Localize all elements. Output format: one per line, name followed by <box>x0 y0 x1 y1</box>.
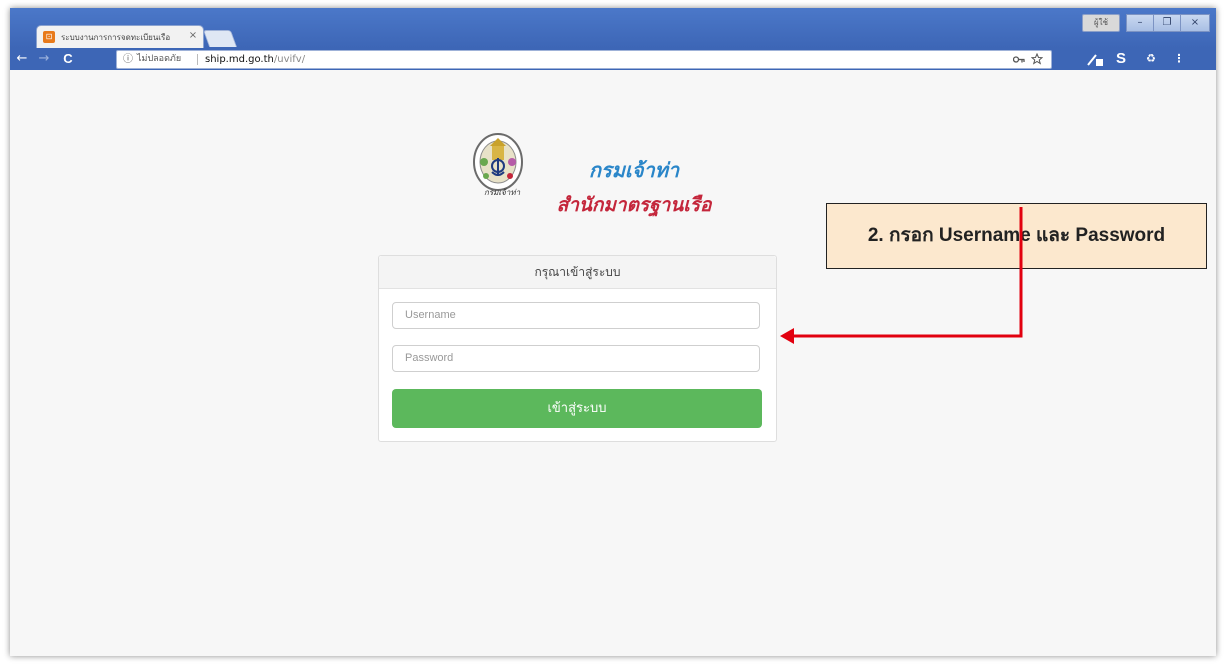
recycle-icon[interactable]: ♻ <box>1144 52 1158 66</box>
page-content: กรมเจ้าท่า กรมเจ้าท่า สำนักมาตรฐานเรือ ก… <box>10 70 1216 656</box>
profile-button[interactable]: ผู้ใช้ <box>1082 14 1120 32</box>
url-host: ship.md.go.th <box>205 54 274 65</box>
browser-tab[interactable]: ⊡ ระบบงานการการจดทะเบียนเรือ × <box>36 25 204 48</box>
new-tab-button[interactable] <box>202 30 238 47</box>
key-icon[interactable] <box>1013 55 1025 64</box>
tab-close-icon[interactable]: × <box>187 29 199 43</box>
url-path: /uvifv/ <box>273 54 306 65</box>
url-text[interactable]: ship.md.go.th/uvifv/ <box>205 51 305 68</box>
reload-icon[interactable]: C <box>60 51 76 67</box>
address-separator <box>197 54 198 65</box>
close-window-button[interactable]: × <box>1180 14 1210 32</box>
security-label[interactable]: ไม่ปลอดภัย <box>137 51 181 68</box>
address-bar[interactable]: ⓘ ไม่ปลอดภัย ship.md.go.th/uvifv/ <box>116 50 1052 69</box>
minimize-button[interactable]: – <box>1126 14 1154 32</box>
menu-icon[interactable]: ⋮ <box>1172 52 1186 66</box>
back-icon[interactable]: ← <box>14 51 30 67</box>
extension-icon[interactable] <box>1086 52 1104 67</box>
favicon-icon: ⊡ <box>43 31 55 43</box>
pointer-arrow <box>780 207 1023 344</box>
maximize-button[interactable]: ❐ <box>1153 14 1181 32</box>
screenshot-frame: ⊡ ระบบงานการการจดทะเบียนเรือ × ผู้ใช้ – … <box>10 8 1216 656</box>
s-extension-icon[interactable]: S <box>1114 51 1128 66</box>
browser-titlebar: ⊡ ระบบงานการการจดทะเบียนเรือ × ผู้ใช้ – … <box>10 8 1216 48</box>
info-icon[interactable]: ⓘ <box>123 51 133 68</box>
star-icon[interactable] <box>1031 53 1043 65</box>
tab-title: ระบบงานการการจดทะเบียนเรือ <box>61 33 171 42</box>
forward-icon[interactable]: → <box>36 51 52 67</box>
